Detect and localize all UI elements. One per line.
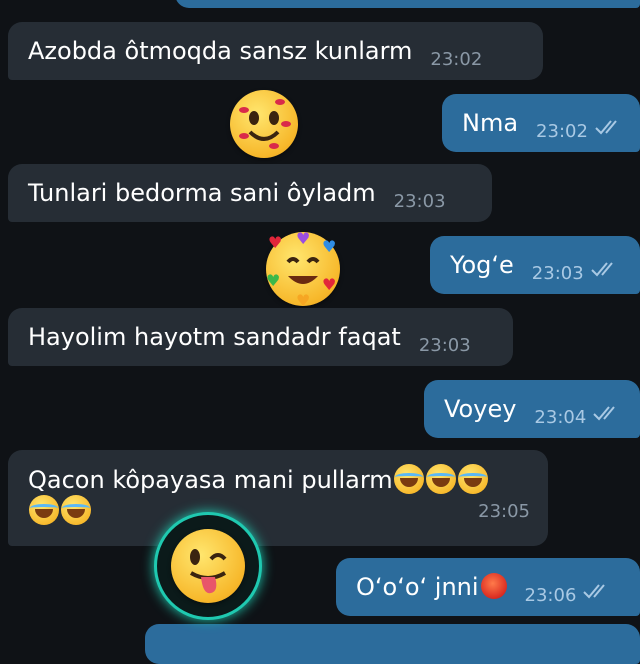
message-text: Azobda ôtmoqda sansz kunlarm (28, 37, 413, 65)
message-text: O‘o‘o‘ jnni (356, 573, 479, 601)
message-time: 23:03 (393, 191, 446, 212)
svg-text:♥: ♥ (322, 237, 336, 256)
tears-of-joy-icon (425, 464, 456, 494)
message-time: 23:06 (524, 585, 577, 606)
message-bubble-outgoing[interactable]: Voyey 23:04 (424, 380, 640, 438)
svg-text:♥: ♥ (266, 271, 280, 290)
svg-text:♥: ♥ (296, 291, 310, 306)
message-bubble-outgoing[interactable]: Yog‘e 23:03 (430, 236, 640, 294)
message-text: Qacon kôpayasa mani pullarm (28, 466, 393, 494)
winking-tongue-sticker[interactable] (154, 512, 262, 620)
kissing-face-sticker[interactable] (230, 90, 298, 158)
angry-face-icon (480, 573, 507, 599)
svg-text:♥: ♥ (268, 233, 282, 252)
message-text: Hayolim hayotm sandadr faqat (28, 323, 401, 351)
read-receipt-icon (594, 112, 624, 142)
message-text: Nma (462, 109, 519, 137)
read-receipt-icon (592, 398, 622, 428)
message-bubble-outgoing[interactable]: O‘o‘o‘ jnni 23:06 (336, 558, 640, 616)
tears-of-joy-icon (457, 464, 488, 494)
message-bubble-incoming[interactable]: Tunlari bedorma sani ôyladm 23:03 (8, 164, 492, 222)
smiling-face-hearts-sticker[interactable]: ♥ ♥ ♥ ♥ ♥ ♥ (266, 229, 340, 310)
message-text: Voyey (444, 395, 517, 423)
read-receipt-icon (582, 576, 612, 606)
message-time: 23:05 (478, 501, 530, 522)
tears-of-joy-icon (393, 464, 424, 494)
message-bubble-incoming[interactable]: Azobda ôtmoqda sansz kunlarm 23:02 (8, 22, 543, 80)
winking-face-with-tongue-icon (171, 529, 245, 603)
message-time: 23:03 (418, 335, 471, 356)
message-text: Yog‘e (450, 251, 514, 279)
message-time: 23:04 (534, 407, 587, 428)
message-bubble-partial-bottom[interactable] (145, 624, 640, 664)
message-time: 23:02 (536, 121, 588, 142)
message-bubble-incoming[interactable]: Hayolim hayotm sandadr faqat 23:03 (8, 308, 513, 366)
tears-of-joy-icon (29, 495, 59, 525)
face-with-lipstick-kisses-icon (239, 99, 291, 149)
message-time: 23:03 (531, 263, 584, 284)
tears-of-joy-icon (61, 495, 91, 525)
svg-text:♥: ♥ (296, 232, 310, 248)
message-time: 23:02 (430, 49, 483, 70)
message-bubble-outgoing[interactable]: Nma 23:02 (442, 94, 640, 152)
svg-text:♥: ♥ (322, 275, 336, 294)
read-receipt-icon (590, 254, 620, 284)
message-bubble-partial-top[interactable] (175, 0, 640, 8)
message-bubble-incoming[interactable]: Qacon kôpayasa mani pullarm 23:05 (8, 450, 548, 546)
smiling-face-with-hearts-icon: ♥ ♥ ♥ ♥ ♥ ♥ (266, 229, 336, 310)
message-text: Tunlari bedorma sani ôyladm (28, 179, 376, 207)
